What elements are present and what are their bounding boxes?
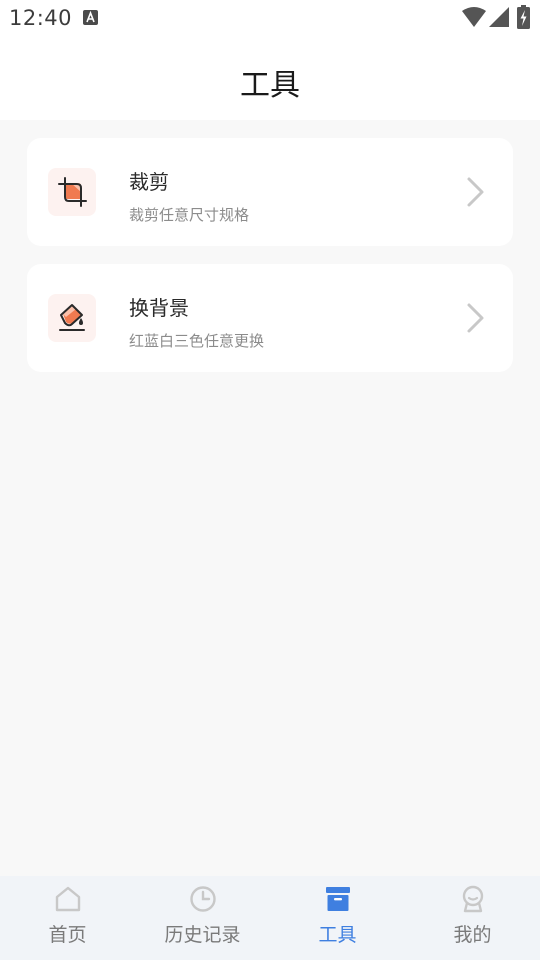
profile-icon xyxy=(462,885,483,913)
nav-item-history[interactable]: 历史记录 xyxy=(135,876,270,960)
nav-item-profile[interactable]: 我的 xyxy=(405,876,540,960)
paint-bucket-icon-box xyxy=(48,294,96,342)
home-icon xyxy=(55,886,80,912)
crop-icon-box xyxy=(48,168,96,216)
paint-bucket-icon xyxy=(59,304,85,331)
nav-label-home: 首页 xyxy=(48,924,87,946)
nav-item-tools[interactable]: 工具 xyxy=(270,876,405,960)
header: 工具 xyxy=(0,36,540,120)
bottom-nav: 首页 历史记录 工具 我的 xyxy=(0,876,540,960)
crop-tool-card[interactable]: 裁剪 裁剪任意尺寸规格 xyxy=(27,138,513,246)
change-background-title: 换背景 xyxy=(129,296,189,320)
status-bar: 12:40 xyxy=(0,0,540,36)
nav-label-profile: 我的 xyxy=(453,924,492,946)
clock-icon xyxy=(189,886,216,912)
a-icon xyxy=(83,10,98,25)
nav-label-tools: 工具 xyxy=(318,924,357,946)
wifi-icon xyxy=(462,7,486,27)
change-background-tool-card[interactable]: 换背景 红蓝白三色任意更换 xyxy=(27,264,513,372)
chevron-right-icon xyxy=(467,177,484,207)
crop-icon xyxy=(58,177,87,207)
status-time: 12:40 xyxy=(9,6,73,30)
crop-subtitle: 裁剪任意尺寸规格 xyxy=(129,206,250,224)
change-background-subtitle: 红蓝白三色任意更换 xyxy=(129,332,265,350)
signal-icon xyxy=(489,7,509,27)
toolbox-icon xyxy=(325,887,350,911)
crop-title: 裁剪 xyxy=(129,170,169,194)
battery-icon xyxy=(517,5,530,29)
nav-item-home[interactable]: 首页 xyxy=(0,876,135,960)
nav-label-history: 历史记录 xyxy=(164,924,241,946)
page-title: 工具 xyxy=(240,68,300,103)
chevron-right-icon xyxy=(467,303,484,333)
